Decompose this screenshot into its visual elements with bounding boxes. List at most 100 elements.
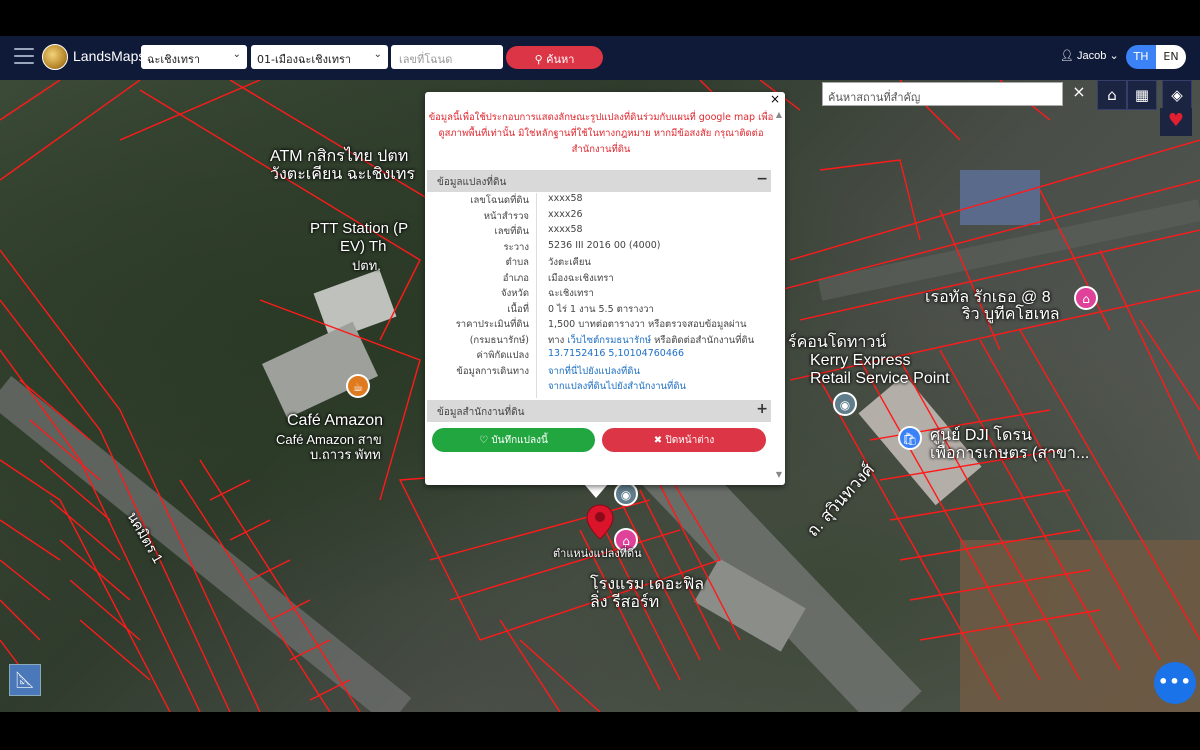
brand-title: LandsMaps <box>73 48 146 64</box>
row-treasury: (กรมธนารักษ์) ทาง เว็บไซต์กรมธนารักษ์ หรื… <box>427 333 771 349</box>
user-menu[interactable]: 👤︎ Jacob ⌄ <box>1060 49 1119 62</box>
landsmaps-logo <box>42 44 68 70</box>
navbar: LandsMaps ฉะเชิงเทรา ⌄ 01-เมืองฉะเชิงเทร… <box>0 36 1200 80</box>
treasury-prefix: ทาง <box>548 334 568 346</box>
close-window-label: ปิดหน้าต่าง <box>665 435 715 446</box>
poi-search-clear-icon[interactable]: × <box>1066 82 1092 106</box>
lang-en-toggle[interactable]: EN <box>1156 45 1186 69</box>
directions-to-office-link[interactable]: จากแปลงที่ดินไปยังสำนักงานที่ดิน <box>548 379 770 394</box>
map-label-cafe-sub-2: บ.ถาวร พัทท <box>310 447 381 462</box>
map-label-ptt-2: EV) Th <box>340 238 387 255</box>
ruler-icon[interactable]: 📐︎ <box>9 664 41 696</box>
map-label-ptt-3: ปตท. <box>352 258 381 273</box>
row-value: xxxx58 <box>548 224 583 235</box>
directions-to-parcel-link[interactable]: จากที่นี่ไปยังแปลงที่ดิน <box>548 364 770 379</box>
grid-icon[interactable]: ▦ <box>1127 80 1157 110</box>
row-subdistrict: ตำบล วังตะเคียน <box>427 255 771 271</box>
place-icon[interactable]: ◉ <box>614 482 638 506</box>
map-label-hotel-2: ลิ่ง รีสอร์ท <box>590 594 660 611</box>
layers-icon[interactable]: ◈ <box>1162 80 1192 110</box>
heart-outline-icon: ♡ <box>479 435 489 446</box>
home-icon[interactable]: ⌂ <box>1097 80 1127 110</box>
shop-icon[interactable]: 🛍︎ <box>898 426 922 450</box>
coordinates-link[interactable]: 13.7152416 5,10104760466 <box>548 348 770 359</box>
map-label-kerry: Kerry Express <box>810 352 911 369</box>
section-parcel-title: ข้อมูลแปลงที่ดิน <box>437 177 507 188</box>
district-select[interactable]: 01-เมืองฉะเชิงเทรา ⌄ <box>251 45 388 69</box>
letterbox-bottom <box>0 712 1200 750</box>
row-key: เลขโฉนดที่ดิน <box>470 195 529 206</box>
district-select-value: 01-เมืองฉะเชิงเทรา <box>257 53 352 66</box>
section-office-header[interactable]: ข้อมูลสำนักงานที่ดิน + <box>427 400 771 422</box>
treasury-website-link[interactable]: เว็บไซต์กรมธนารักษ์ <box>567 335 651 346</box>
map-label-dji-2: เพื่อการเกษตร (สาขา... <box>930 445 1090 462</box>
user-icon: 👤︎ <box>1060 50 1074 62</box>
user-name: Jacob <box>1077 50 1107 62</box>
row-key: ราคาประเมินที่ดิน <box>455 319 529 330</box>
row-value: วังตะเคียน <box>548 257 591 268</box>
province-select[interactable]: ฉะเชิงเทรา ⌄ <box>141 45 247 69</box>
parcel-rows: เลขโฉนดที่ดิน xxxx58 หน้าสำรวจ xxxx26 เลขท… <box>427 193 771 395</box>
row-key: ระวาง <box>503 241 529 253</box>
save-parcel-button[interactable]: ♡ บันทึกแปลงนี้ <box>432 428 595 452</box>
row-travel: ข้อมูลการเดินทาง จากที่นี่ไปยังแปลงที่ดิน <box>427 364 771 380</box>
row-value: 1,500 บาทต่อตารางวา หรือตรวจสอบข้อมูลผ่า… <box>548 319 747 330</box>
row-area: เนื้อที่ 0 ไร่ 1 งาน 5.5 ตารางวา <box>427 302 771 318</box>
row-key: เนื้อที่ <box>507 303 529 315</box>
row-key: ค่าพิกัดแปลง <box>476 350 530 361</box>
province-select-value: ฉะเชิงเทรา <box>147 53 201 66</box>
row-key: เลขที่ดิน <box>494 226 530 237</box>
section-parcel-header[interactable]: ข้อมูลแปลงที่ดิน − <box>427 170 771 192</box>
lang-th-toggle[interactable]: TH <box>1126 45 1156 69</box>
deed-number-input[interactable]: เลขที่โฉนด <box>391 45 503 69</box>
popup-tail <box>584 484 608 498</box>
chevron-down-icon: ⌄ <box>373 49 382 60</box>
row-value: เมืองฉะเชิงเทรา <box>548 272 614 284</box>
row-key: หน้าสำรวจ <box>483 210 529 222</box>
row-land-number: เลขที่ดิน xxxx58 <box>427 224 771 240</box>
scroll-up-icon[interactable]: ▲ <box>776 110 782 119</box>
row-key: ข้อมูลการเดินทาง <box>456 365 529 377</box>
close-window-button[interactable]: ✖ ปิดหน้าต่าง <box>602 428 766 452</box>
parcel-location-pin-icon[interactable] <box>586 504 614 540</box>
map-label-resort-2: ริว บูทีคโฮเทล <box>962 306 1060 323</box>
row-value: 0 ไร่ 1 งาน 5.5 ตารางวา <box>548 303 654 315</box>
map-label-atm-sub: วังตะเคียน ฉะเชิงเทร <box>270 166 415 183</box>
scroll-down-icon[interactable]: ▼ <box>776 470 782 479</box>
heart-icon[interactable]: ♥ <box>1160 108 1192 136</box>
cafe-icon[interactable]: ☕︎ <box>346 374 370 398</box>
row-key: ตำบล <box>505 257 529 268</box>
chevron-down-icon: ⌄ <box>232 49 241 60</box>
treasury-suffix: หรือติดต่อสำนักงานที่ดิน <box>651 334 755 346</box>
save-parcel-label: บันทึกแปลงนี้ <box>491 435 548 446</box>
pin-label: ตำแหน่งแปลงที่ดิน <box>553 547 642 560</box>
parcel-info-popup: × ▲ ข้อมูลนี้เพื่อใช้ประกอบการแสดงลักษณะ… <box>425 92 785 485</box>
row-survey-page: หน้าสำรวจ xxxx26 <box>427 209 771 225</box>
disclaimer-notice: ข้อมูลนี้เพื่อใช้ประกอบการแสดงลักษณะรูปแ… <box>428 112 774 155</box>
row-value: 5236 III 2016 00 (4000) <box>548 239 661 251</box>
row-appraisal: ราคาประเมินที่ดิน 1,500 บาทต่อตารางวา หรื… <box>427 317 771 333</box>
row-travel-2: จากแปลงที่ดินไปยังสำนักงานที่ดิน <box>427 379 771 395</box>
map-label-ptt: PTT Station (P <box>310 220 409 237</box>
row-key: จังหวัด <box>501 288 529 299</box>
poi-search-input[interactable]: ค้นหาสถานที่สำคัญ <box>822 82 1063 106</box>
search-icon: ⚲ <box>534 53 543 66</box>
row-district: อำเภอ เมืองฉะเชิงเทรา <box>427 271 771 287</box>
expand-icon[interactable]: + <box>756 401 768 417</box>
collapse-icon[interactable]: − <box>756 171 768 187</box>
close-icon[interactable]: × <box>770 92 780 106</box>
section-office-title: ข้อมูลสำนักงานที่ดิน <box>437 407 525 418</box>
more-icon[interactable]: ••• <box>1154 662 1196 704</box>
row-key: อำเภอ <box>502 272 529 284</box>
hamburger-icon[interactable] <box>14 48 34 64</box>
row-coordinates: ค่าพิกัดแปลง 13.7152416 5,10104760466 <box>427 348 771 364</box>
map-label-kerry-2: Retail Service Point <box>810 370 950 387</box>
row-value: ฉะเชิงเทรา <box>548 288 594 299</box>
post-office-icon[interactable]: ◉ <box>833 392 857 416</box>
search-button[interactable]: ⚲ ค้นหา <box>506 46 603 69</box>
hotel-icon[interactable]: ⌂ <box>1074 286 1098 310</box>
row-map-sheet: ระวาง 5236 III 2016 00 (4000) <box>427 240 771 256</box>
row-deed: เลขโฉนดที่ดิน xxxx58 <box>427 193 771 209</box>
row-value: xxxx58 <box>548 193 583 204</box>
chevron-down-icon: ⌄ <box>1109 50 1119 62</box>
